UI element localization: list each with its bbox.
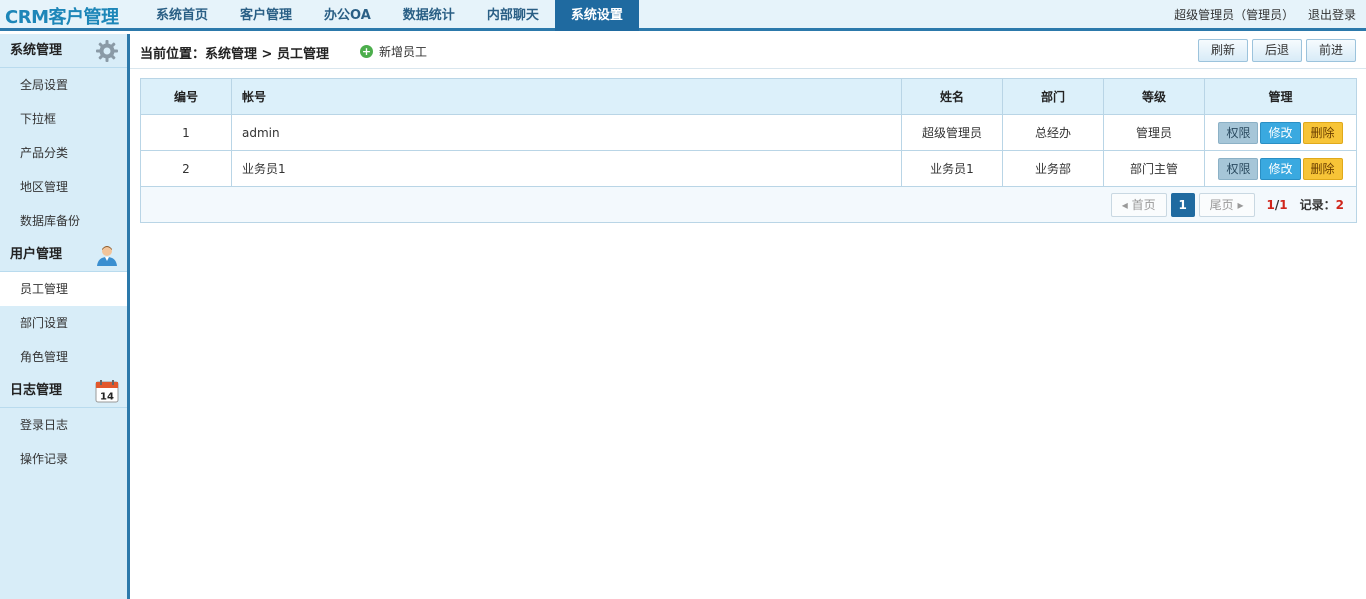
records-count: 2	[1335, 198, 1344, 212]
sidebar-item-db-backup[interactable]: 数据库备份	[0, 204, 127, 238]
pager-cell: ◂ 首页 1 尾页 ▸ 1/1 记录：2	[140, 186, 1357, 223]
cell-level: 部门主管	[1103, 150, 1205, 187]
employee-table: 编号 帐号 姓名 部门 等级 管理 1 admin 超级管理员 总经办 管理员 …	[140, 78, 1357, 223]
user-icon	[97, 246, 117, 266]
calendar-day: 14	[100, 392, 114, 403]
right-arrow-icon: ▸	[1233, 197, 1244, 212]
sidebar-item-operation-log[interactable]: 操作记录	[0, 442, 127, 476]
sidebar: 系统管理 全局设置 下拉框 产品分类 地区管理 数据库备份 用户管理 员工管理 …	[0, 34, 130, 599]
record-info: 记录：2	[1300, 196, 1344, 213]
cell-id: 2	[140, 150, 232, 187]
app-logo: CRM客户管理	[5, 7, 119, 28]
forward-button[interactable]: 前进	[1306, 39, 1356, 62]
user-area: 超级管理员（管理员） 退出登录	[1164, 0, 1356, 31]
cell-actions: 权限 修改 删除	[1204, 114, 1357, 151]
table-row: 2 业务员1 业务员1 业务部 部门主管 权限 修改 删除	[140, 150, 1357, 187]
nav-statistics[interactable]: 数据统计	[387, 0, 471, 31]
cell-dept: 业务部	[1002, 150, 1104, 187]
sidebar-item-departments[interactable]: 部门设置	[0, 306, 127, 340]
sidebar-item-global-settings[interactable]: 全局设置	[0, 68, 127, 102]
table-header-row: 编号 帐号 姓名 部门 等级 管理	[140, 78, 1357, 115]
nav-office[interactable]: 办公OA	[308, 0, 387, 31]
edit-button[interactable]: 修改	[1260, 121, 1301, 144]
page-current: 1	[1266, 197, 1275, 212]
nav-home[interactable]: 系统首页	[140, 0, 224, 31]
add-employee-label: 新增员工	[379, 45, 428, 59]
cell-name: 业务员1	[901, 150, 1003, 187]
calendar-icon: 14	[95, 380, 119, 403]
top-bar: CRM客户管理 系统首页 客户管理 办公OA 数据统计 内部聊天 系统设置 超级…	[0, 0, 1366, 31]
last-page-label: 尾页	[1209, 197, 1234, 212]
current-user: 超级管理员（管理员）	[1174, 8, 1295, 22]
records-label: 记录：	[1299, 198, 1336, 212]
permission-button[interactable]: 权限	[1218, 121, 1259, 144]
nav-settings[interactable]: 系统设置	[554, 0, 639, 31]
sidebar-item-login-log[interactable]: 登录日志	[0, 408, 127, 442]
table-row: 1 admin 超级管理员 总经办 管理员 权限 修改 删除	[140, 114, 1357, 151]
sidebar-section-system: 系统管理	[0, 34, 127, 68]
section-title: 用户管理	[10, 247, 63, 262]
refresh-button[interactable]: 刷新	[1198, 39, 1248, 62]
first-page-button[interactable]: ◂ 首页	[1110, 192, 1167, 217]
cell-account: 业务员1	[231, 150, 902, 187]
permission-button[interactable]: 权限	[1218, 157, 1259, 180]
page-info: 1/1	[1267, 198, 1288, 212]
sidebar-item-dropdowns[interactable]: 下拉框	[0, 102, 127, 136]
back-button[interactable]: 后退	[1252, 39, 1302, 62]
col-header-id: 编号	[140, 78, 232, 115]
pager-row: ◂ 首页 1 尾页 ▸ 1/1 记录：2	[140, 186, 1357, 223]
breadcrumb-bar: 当前位置：系统管理 > 员工管理 + 新增员工 刷新 后退 前进	[130, 34, 1366, 69]
col-header-level: 等级	[1103, 78, 1205, 115]
nav-customers[interactable]: 客户管理	[224, 0, 308, 31]
sidebar-item-product-category[interactable]: 产品分类	[0, 136, 127, 170]
last-page-button[interactable]: 尾页 ▸	[1198, 192, 1255, 217]
first-page-label: 首页	[1131, 197, 1156, 212]
sidebar-section-logs: 日志管理 14	[0, 374, 127, 408]
main-nav: 系统首页 客户管理 办公OA 数据统计 内部聊天 系统设置	[140, 0, 639, 31]
sidebar-item-roles[interactable]: 角色管理	[0, 340, 127, 374]
col-header-account: 帐号	[231, 78, 902, 115]
gear-icon	[96, 40, 118, 62]
delete-button[interactable]: 删除	[1302, 121, 1343, 144]
logout-link[interactable]: 退出登录	[1308, 8, 1356, 22]
cell-dept: 总经办	[1002, 114, 1104, 151]
page-total: 1	[1279, 197, 1288, 212]
section-title: 日志管理	[10, 383, 63, 398]
cell-level: 管理员	[1103, 114, 1205, 151]
sidebar-item-employees[interactable]: 员工管理	[0, 272, 127, 306]
delete-button[interactable]: 删除	[1302, 157, 1343, 180]
pagination: ◂ 首页 1 尾页 ▸ 1/1 记录：2	[141, 192, 1356, 217]
section-title: 系统管理	[10, 43, 63, 58]
edit-button[interactable]: 修改	[1260, 157, 1301, 180]
left-arrow-icon: ◂	[1121, 197, 1132, 212]
col-header-name: 姓名	[901, 78, 1003, 115]
col-header-manage: 管理	[1204, 78, 1357, 115]
col-header-dept: 部门	[1002, 78, 1104, 115]
nav-chat[interactable]: 内部聊天	[471, 0, 555, 31]
cell-account: admin	[231, 114, 902, 151]
sidebar-item-region[interactable]: 地区管理	[0, 170, 127, 204]
breadcrumb: 当前位置：系统管理 > 员工管理	[140, 47, 329, 62]
cell-name: 超级管理员	[901, 114, 1003, 151]
cell-actions: 权限 修改 删除	[1204, 150, 1357, 187]
page-number-button[interactable]: 1	[1170, 192, 1195, 217]
plus-circle-icon: +	[360, 45, 373, 58]
main-content: 当前位置：系统管理 > 员工管理 + 新增员工 刷新 后退 前进 编号 帐号 姓…	[130, 34, 1366, 599]
sidebar-section-users: 用户管理	[0, 238, 127, 272]
add-employee-button[interactable]: + 新增员工	[360, 43, 427, 60]
cell-id: 1	[140, 114, 232, 151]
